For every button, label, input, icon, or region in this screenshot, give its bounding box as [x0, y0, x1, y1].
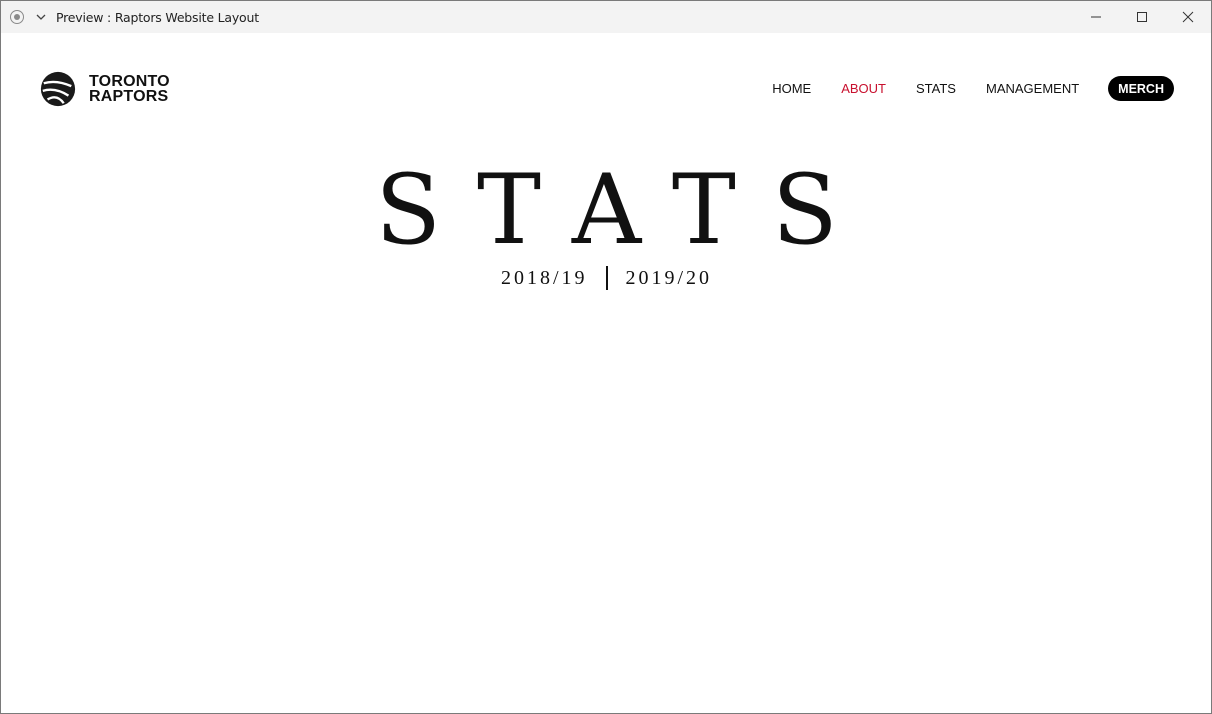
season-selector: 2018/19 2019/20: [2, 266, 1211, 290]
title-bar: Preview : Raptors Website Layout: [1, 1, 1211, 33]
maximize-icon: [1137, 12, 1147, 22]
main-nav: HOME ABOUT STATS MANAGEMENT MERCH: [742, 76, 1174, 101]
raptors-logo[interactable]: TORONTO RAPTORS: [39, 70, 170, 108]
maximize-button[interactable]: [1119, 1, 1165, 33]
close-icon: [1182, 11, 1194, 23]
minimize-button[interactable]: [1073, 1, 1119, 33]
merch-button[interactable]: MERCH: [1108, 76, 1174, 101]
nav-about[interactable]: ABOUT: [841, 81, 886, 96]
season-divider: [605, 266, 608, 290]
window-controls: [1073, 1, 1211, 33]
logo-line-1: TORONTO: [89, 73, 170, 90]
page-content: TORONTO RAPTORS HOME ABOUT STATS MANAGEM…: [2, 34, 1211, 713]
record-icon[interactable]: [10, 10, 24, 24]
nav-stats[interactable]: STATS: [916, 81, 956, 96]
basketball-claw-icon: [40, 71, 76, 107]
logo-wordmark: TORONTO RAPTORS: [89, 73, 170, 105]
close-button[interactable]: [1165, 1, 1211, 33]
season-2018-19[interactable]: 2018/19: [501, 267, 588, 290]
chevron-down-icon[interactable]: [35, 11, 47, 23]
app-window: Preview : Raptors Website Layout TORONTO…: [0, 0, 1212, 714]
window-title: Preview : Raptors Website Layout: [56, 9, 259, 25]
page-title: STATS: [375, 154, 874, 266]
logo-line-2: RAPTORS: [89, 88, 169, 105]
nav-home[interactable]: HOME: [772, 81, 811, 96]
minimize-icon: [1091, 16, 1101, 18]
nav-management[interactable]: MANAGEMENT: [986, 81, 1079, 96]
season-2019-20[interactable]: 2019/20: [626, 267, 713, 290]
